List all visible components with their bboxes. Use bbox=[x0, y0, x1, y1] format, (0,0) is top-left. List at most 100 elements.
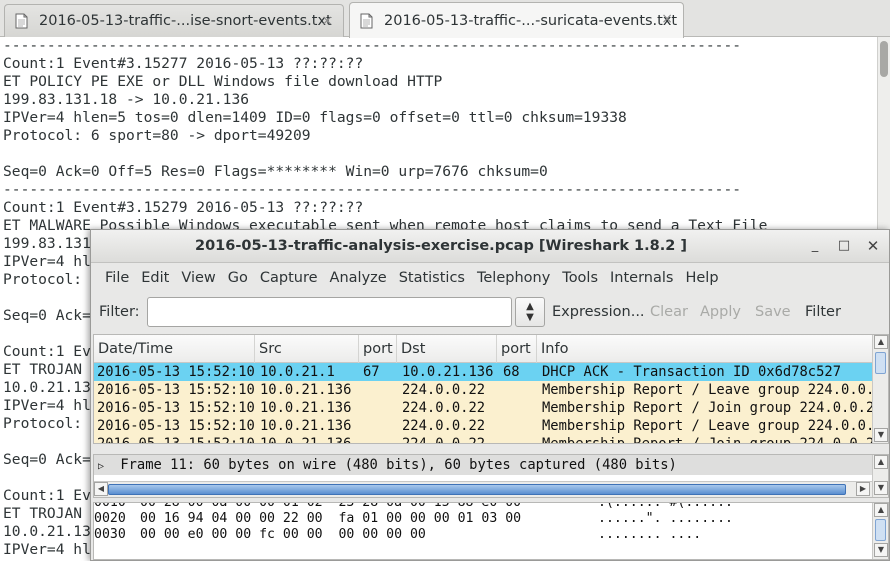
apply-button[interactable]: Apply bbox=[700, 304, 741, 320]
expand-arrow-icon[interactable]: ▷ bbox=[98, 457, 112, 477]
packet-row[interactable]: 2016-05-13 15:52:10 10.0.21.136 224.0.0.22… bbox=[94, 381, 874, 399]
scrollbar-thumb[interactable] bbox=[875, 519, 886, 541]
filter-button[interactable]: Filter bbox=[805, 304, 841, 320]
cell-dst-port: 68 bbox=[503, 364, 520, 380]
editor-line: ET POLICY PE EXE or DLL Windows file dow… bbox=[3, 73, 443, 90]
cell-dst: 224.0.0.22 bbox=[402, 400, 486, 416]
filter-input[interactable] bbox=[147, 297, 512, 327]
cell-dst: 224.0.0.22 bbox=[402, 382, 486, 398]
cell-datetime: 2016-05-13 15:52:10 bbox=[97, 400, 255, 416]
tab-suricata-events[interactable]: 2016-05-13-traffic-...-suricata-events.t… bbox=[349, 2, 684, 38]
maximize-button[interactable]: □ bbox=[832, 235, 856, 257]
menu-analyze[interactable]: Analyze bbox=[324, 270, 393, 286]
editor-line: ----------------------------------------… bbox=[3, 181, 742, 198]
packet-row[interactable]: 2016-05-13 15:52:10 10.0.21.136 224.0.0.22… bbox=[94, 435, 874, 444]
cell-src: 10.0.21.136 bbox=[260, 436, 352, 444]
close-tab-icon[interactable]: × bbox=[661, 11, 673, 27]
menu-view[interactable]: View bbox=[175, 270, 221, 286]
editor-line: 199.83.131.18 -> 10.0.21.136 bbox=[3, 91, 250, 108]
column-dst-port[interactable]: port bbox=[497, 335, 537, 363]
filter-label: Filter: bbox=[99, 304, 140, 320]
save-button[interactable]: Save bbox=[755, 304, 791, 320]
bytes-scrollbar[interactable]: ▲ ▼ bbox=[872, 503, 888, 559]
cell-datetime: 2016-05-13 15:52:10 bbox=[97, 382, 255, 398]
packet-row[interactable]: 2016-05-13 15:52:10 10.0.21.136 224.0.0.22… bbox=[94, 399, 874, 417]
menu-tools[interactable]: Tools bbox=[556, 270, 604, 286]
cell-info: Membership Report / Join group 224.0.0.2… bbox=[542, 436, 874, 444]
column-src[interactable]: Src bbox=[255, 335, 359, 363]
packet-row[interactable]: 2016-05-13 15:52:10 10.0.21.136 224.0.0.22… bbox=[94, 417, 874, 435]
packet-rows: 2016-05-13 15:52:10 10.0.21.1 67 10.0.21.13… bbox=[94, 363, 874, 444]
clear-button[interactable]: Clear bbox=[650, 304, 688, 320]
hex-offset: 0030 bbox=[94, 527, 126, 542]
scrollbar-thumb[interactable] bbox=[108, 484, 846, 495]
editor-line: Count:1 Event#3.15279 2016-05-13 ??:??:?… bbox=[3, 199, 364, 216]
packet-list-header: Date/Time Src port Dst port Info bbox=[94, 335, 874, 363]
scroll-right-icon[interactable]: ▶ bbox=[856, 482, 870, 496]
menu-go[interactable]: Go bbox=[222, 270, 254, 286]
editor-line: Protocol: 6 sport=80 -> dport=49209 bbox=[3, 127, 311, 144]
scroll-left-icon[interactable]: ◀ bbox=[94, 482, 108, 496]
cell-info: DHCP ACK - Transaction ID 0x6d78c527 bbox=[542, 364, 842, 380]
hex-line: 0020 00 16 94 04 00 00 22 00 fa 01 00 00 … bbox=[94, 511, 872, 527]
scroll-down-icon[interactable]: ▼ bbox=[874, 543, 888, 557]
scroll-up-icon[interactable]: ▲ bbox=[874, 503, 888, 517]
document-icon bbox=[360, 13, 373, 29]
column-datetime[interactable]: Date/Time bbox=[94, 335, 255, 363]
cell-info: Membership Report / Leave group 224.0.0.… bbox=[542, 418, 874, 434]
tab-snort-events[interactable]: 2016-05-13-traffic-...ise-snort-events.t… bbox=[4, 4, 344, 37]
close-button[interactable]: ✕ bbox=[861, 235, 885, 257]
menu-file[interactable]: File bbox=[99, 270, 135, 286]
cell-datetime: 2016-05-13 15:52:10 bbox=[97, 436, 255, 444]
cell-dst: 224.0.0.22 bbox=[402, 436, 486, 444]
cell-dst: 10.0.21.136 bbox=[402, 364, 494, 380]
editor-line: IPVer=4 hlen=5 tos=0 dlen=1409 ID=0 flag… bbox=[3, 109, 627, 126]
scroll-up-icon[interactable]: ▲ bbox=[874, 455, 888, 469]
editor-line: ----------------------------------------… bbox=[3, 37, 742, 54]
packet-row[interactable]: 2016-05-13 15:52:10 10.0.21.1 67 10.0.21.13… bbox=[94, 363, 874, 381]
title-bar[interactable]: 2016-05-13-traffic-analysis-exercise.pca… bbox=[91, 230, 889, 263]
close-tab-icon[interactable]: × bbox=[321, 13, 333, 29]
hex-offset: 0010 bbox=[94, 502, 126, 510]
cell-info: Membership Report / Join group 224.0.0.2… bbox=[542, 400, 874, 416]
tab-label: 2016-05-13-traffic-...ise-snort-events.t… bbox=[39, 13, 332, 29]
menu-statistics[interactable]: Statistics bbox=[393, 270, 471, 286]
editor-line: Seq=0 Ack=0 Off=5 Res=0 Flags=******** W… bbox=[3, 163, 548, 180]
scrollbar-thumb[interactable] bbox=[880, 41, 888, 77]
cell-src: 10.0.21.1 bbox=[260, 364, 335, 380]
column-dst[interactable]: Dst bbox=[397, 335, 497, 363]
cell-datetime: 2016-05-13 15:52:10 bbox=[97, 418, 255, 434]
document-icon bbox=[15, 13, 28, 29]
cell-datetime: 2016-05-13 15:52:10 bbox=[97, 364, 255, 380]
hex-ascii: ........ .... bbox=[598, 527, 702, 542]
cell-src-port: 67 bbox=[363, 364, 380, 380]
menu-capture[interactable]: Capture bbox=[254, 270, 324, 286]
packet-details-pane: ▷ Frame 11: 60 bytes on wire (480 bits),… bbox=[93, 454, 889, 498]
column-src-port[interactable]: port bbox=[359, 335, 397, 363]
packet-list-scrollbar[interactable]: ▲ ▼ bbox=[872, 335, 888, 443]
menu-telephony[interactable]: Telephony bbox=[471, 270, 556, 286]
hex-ascii: .(...... #(...... bbox=[598, 502, 733, 510]
minimize-button[interactable]: _ bbox=[803, 235, 827, 257]
scrollbar-thumb[interactable] bbox=[875, 352, 886, 374]
scroll-down-icon[interactable]: ▼ bbox=[874, 428, 888, 442]
detail-tree-row[interactable]: ▷ Frame 11: 60 bytes on wire (480 bits),… bbox=[94, 455, 872, 475]
menu-help[interactable]: Help bbox=[679, 270, 724, 286]
scroll-down-icon[interactable]: ▼ bbox=[874, 481, 888, 495]
packet-list: Date/Time Src port Dst port Info 2016-05… bbox=[93, 334, 889, 444]
expression-button[interactable]: Expression... bbox=[552, 304, 645, 320]
details-vertical-scrollbar[interactable]: ▲ ▼ bbox=[872, 455, 888, 497]
filter-history-dropdown[interactable]: ▲ ▼ bbox=[515, 297, 545, 327]
menu-edit[interactable]: Edit bbox=[135, 270, 175, 286]
tab-label: 2016-05-13-traffic-...-suricata-events.t… bbox=[384, 12, 678, 29]
chevron-down-icon: ▼ bbox=[526, 312, 534, 323]
details-horizontal-scrollbar[interactable]: ◀ ▶ bbox=[94, 481, 872, 497]
menu-internals[interactable]: Internals bbox=[604, 270, 679, 286]
column-info[interactable]: Info bbox=[537, 335, 874, 363]
chevron-up-icon: ▲ bbox=[526, 301, 534, 312]
cell-src: 10.0.21.136 bbox=[260, 382, 352, 398]
hex-dump[interactable]: 0010 00 28 00 0a 00 00 01 02 23 28 0a 00 … bbox=[94, 502, 872, 543]
window-title: 2016-05-13-traffic-analysis-exercise.pca… bbox=[195, 238, 687, 254]
editor-tab-bar: 2016-05-13-traffic-...ise-snort-events.t… bbox=[0, 0, 890, 38]
scroll-up-icon[interactable]: ▲ bbox=[874, 335, 888, 349]
